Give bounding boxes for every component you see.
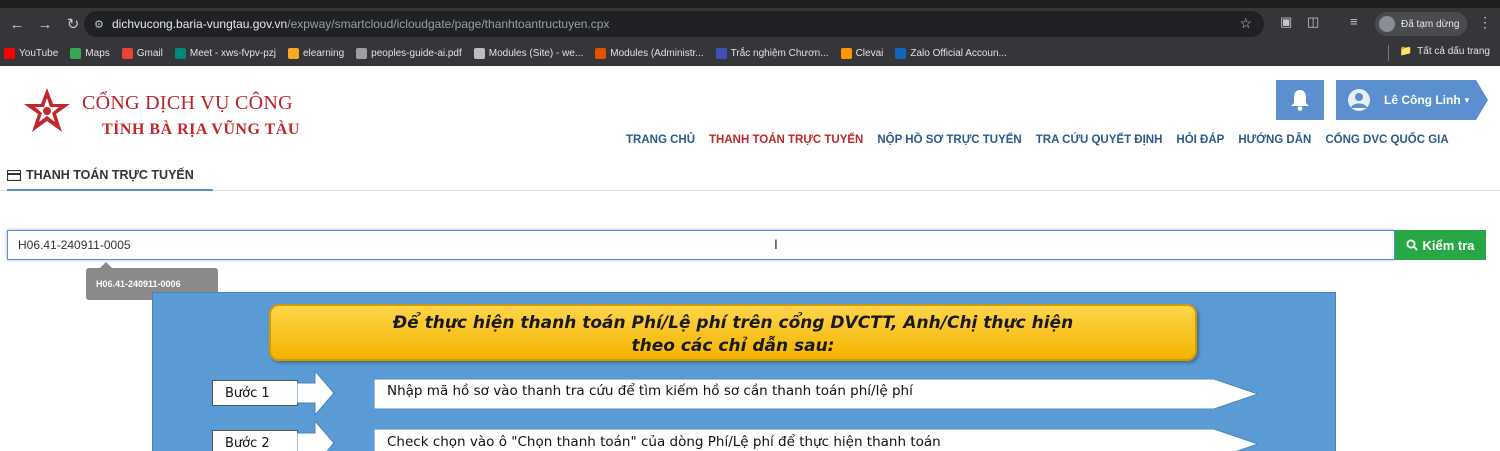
nav-item-online-payment[interactable]: THANH TOÁN TRỰC TUYẾN	[709, 134, 863, 146]
bookmark-label: Trắc nghiệm Chươn...	[730, 47, 829, 59]
bookmark-favicon-icon	[715, 47, 727, 59]
site-title: CỔNG DỊCH VỤ CÔNG	[82, 92, 293, 114]
nav-item-lookup-decision[interactable]: TRA CỨU QUYẾT ĐỊNH	[1036, 134, 1163, 146]
all-bookmarks-button[interactable]: 📁 Tất cả dấu trang	[1400, 46, 1490, 57]
bookmark-item[interactable]: YouTube	[4, 47, 59, 59]
folder-icon: 📁	[1399, 46, 1413, 57]
bookmark-favicon-icon	[595, 47, 607, 59]
site-info-icon[interactable]: ⚙	[94, 18, 112, 31]
forward-icon[interactable]: →	[34, 13, 56, 35]
bookmark-label: Modules (Administr...	[610, 47, 704, 59]
bookmark-label: elearning	[303, 47, 345, 59]
section-title-underline	[7, 189, 213, 191]
window-top-strip	[0, 0, 1500, 8]
reload-icon[interactable]: ↻	[62, 13, 84, 35]
bookmark-favicon-icon	[473, 47, 485, 59]
site-subtitle: TỈNH BÀ RỊA VŨNG TÀU	[102, 121, 300, 138]
url-path: /expway/smartcloud/icloudgate/page/thanh…	[287, 17, 610, 31]
bookmark-label: Meet - xws-fvpv-pzj	[189, 47, 276, 59]
bookmark-item[interactable]: Zalo Official Accoun...	[895, 47, 1007, 59]
step-1-label: Bước 1	[212, 380, 298, 406]
bell-icon	[1291, 90, 1309, 111]
bookmark-favicon-icon	[895, 47, 907, 59]
check-button[interactable]: Kiểm tra	[1395, 230, 1486, 260]
bookmark-favicon-icon	[121, 47, 133, 59]
browser-toolbar: ← → ↻ ⚙ dichvucong.baria-vungtau.gov.vn …	[0, 8, 1500, 40]
dossier-search-input[interactable]	[7, 230, 1395, 260]
user-name: Lê Công Linh	[1384, 93, 1461, 107]
section-header: THANH TOÁN TRỰC TUYẾN	[7, 168, 194, 182]
step-2-label: Bước 2	[212, 430, 298, 451]
bookmark-label: Maps	[85, 47, 110, 59]
bookmark-label: peoples-guide-ai.pdf	[371, 47, 462, 59]
guide-banner: Để thực hiện thanh toán Phí/Lệ phí trên …	[269, 304, 1197, 361]
bookmark-label: Clevai	[855, 47, 884, 59]
bookmark-item[interactable]: Trắc nghiệm Chươn...	[715, 47, 829, 59]
bookmark-label: Zalo Official Accoun...	[910, 47, 1007, 59]
bookmark-item[interactable]: elearning	[288, 47, 345, 59]
bookmark-item[interactable]: Maps	[70, 47, 110, 59]
nav-item-home[interactable]: TRANG CHỦ	[626, 134, 695, 146]
search-icon	[1406, 239, 1419, 251]
bookmark-favicon-icon	[840, 47, 852, 59]
bookmark-favicon-icon	[174, 47, 186, 59]
credit-card-icon	[7, 169, 21, 181]
bookmark-favicon-icon	[356, 47, 368, 59]
section-divider	[0, 190, 1500, 191]
browser-menu-icon[interactable]: ⋮	[1478, 14, 1492, 31]
bookmark-label: Modules (Site) - we...	[488, 47, 584, 59]
bookmarks-bar: YouTube Maps Gmail Meet - xws-fvpv-pzj e…	[0, 40, 1500, 66]
address-bar[interactable]: ⚙ dichvucong.baria-vungtau.gov.vn /expwa…	[84, 11, 1264, 37]
all-bookmarks-label: Tất cả dấu trang	[1417, 46, 1490, 57]
user-menu-button[interactable]: Lê Công Linh ▾	[1336, 80, 1488, 120]
bookmark-item[interactable]: Clevai	[840, 47, 884, 59]
bookmark-item[interactable]: Modules (Administr...	[595, 47, 704, 59]
tab-search-icon[interactable]: ≡	[1350, 14, 1358, 29]
bookmark-label: Gmail	[136, 47, 163, 59]
main-nav: TRANG CHỦ THANH TOÁN TRỰC TUYẾN NỘP HỒ S…	[626, 134, 1449, 146]
step-2-text: Check chọn vào ô "Chọn thanh toán" của d…	[387, 434, 941, 450]
step-2-arrow-icon	[297, 420, 335, 451]
guide-banner-line1: Để thực hiện thanh toán Phí/Lệ phí trên …	[392, 313, 1074, 333]
bookmark-item[interactable]: Meet - xws-fvpv-pzj	[174, 47, 276, 59]
nav-item-faq[interactable]: HỎI ĐÁP	[1176, 134, 1224, 146]
notification-button[interactable]	[1276, 80, 1324, 120]
bookmark-star-icon[interactable]: ☆	[1239, 15, 1252, 32]
nav-item-guide[interactable]: HƯỚNG DẪN	[1238, 134, 1311, 146]
url-host: dichvucong.baria-vungtau.gov.vn	[112, 17, 288, 31]
bookmark-favicon-icon	[70, 47, 82, 59]
payment-guide-image: Để thực hiện thanh toán Phí/Lệ phí trên …	[152, 292, 1336, 451]
check-button-label: Kiểm tra	[1422, 237, 1475, 253]
bookmark-label: YouTube	[19, 47, 59, 59]
profile-status: Đã tạm dừng	[1401, 18, 1460, 30]
back-icon[interactable]: ←	[6, 13, 28, 35]
bookmark-favicon-icon	[4, 47, 15, 59]
step-1-text: Nhập mã hồ sơ vào thanh tra cứu để tìm k…	[387, 383, 913, 399]
extensions-icon[interactable]: ◫	[1307, 14, 1319, 30]
bookmark-item[interactable]: peoples-guide-ai.pdf	[356, 47, 462, 59]
text-cursor-icon: I	[774, 236, 778, 252]
translate-icon[interactable]: ▣	[1280, 14, 1292, 30]
caret-down-icon: ▾	[1464, 94, 1470, 105]
nav-item-national-portal[interactable]: CỔNG DVC QUỐC GIA	[1325, 134, 1448, 146]
guide-banner-line2: theo các chỉ dẫn sau:	[631, 336, 835, 356]
nav-item-submit-dossier[interactable]: NỘP HỒ SƠ TRỰC TUYẾN	[877, 134, 1021, 146]
site-logo[interactable]	[22, 86, 72, 138]
user-avatar-icon	[1348, 89, 1370, 111]
bookmark-item[interactable]: Gmail	[121, 47, 163, 59]
step-1-arrow-icon	[297, 370, 335, 416]
section-title: THANH TOÁN TRỰC TUYẾN	[26, 168, 194, 182]
profile-button[interactable]: Đã tạm dừng	[1375, 12, 1467, 36]
bookmark-favicon-icon	[288, 47, 299, 59]
bookmark-item[interactable]: Modules (Site) - we...	[473, 47, 584, 59]
profile-avatar	[1379, 16, 1395, 32]
bookmarks-separator	[1388, 45, 1389, 61]
